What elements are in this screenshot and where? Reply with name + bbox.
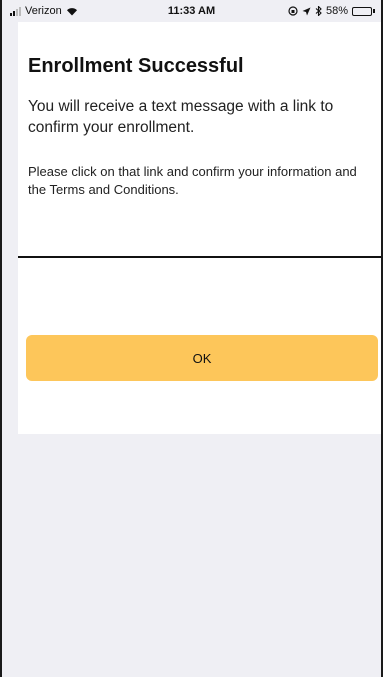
page-title: Enrollment Successful [28, 55, 244, 77]
divider [18, 256, 381, 258]
location-lock-icon [288, 6, 298, 16]
battery-percent: 58% [325, 5, 348, 17]
confirmation-message: You will receive a text message with a l… [28, 98, 334, 136]
battery-icon [352, 6, 375, 16]
status-time: 11:33 AM [167, 5, 216, 17]
ok-button[interactable]: OK [26, 335, 378, 381]
status-left: Verizon [10, 5, 78, 17]
status-bar: Verizon 11:33 AM 58% [2, 0, 381, 22]
signal-icon [10, 6, 21, 16]
confirmation-card: Enrollment Successful You will receive a… [18, 22, 381, 434]
wifi-icon [66, 7, 77, 15]
confirmation-instructions: Please click on that link and confirm yo… [28, 164, 357, 197]
location-arrow-icon [302, 7, 311, 15]
carrier-label: Verizon [25, 5, 62, 17]
status-right: 58% [288, 5, 375, 17]
phone-screen: Verizon 11:33 AM 58% Enrollment Successf… [0, 0, 383, 677]
bluetooth-icon [315, 6, 322, 16]
